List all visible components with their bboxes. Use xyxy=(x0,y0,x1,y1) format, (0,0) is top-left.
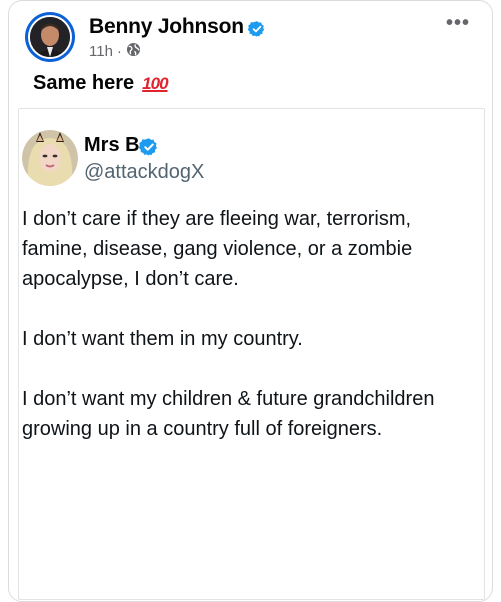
tweet-author-name[interactable]: Mrs B xyxy=(84,134,140,157)
author-avatar[interactable] xyxy=(25,12,75,62)
meta-separator: · xyxy=(116,43,122,60)
author-name[interactable]: Benny Johnson xyxy=(89,15,244,39)
tweet-paragraph: I don’t want my children & future grandc… xyxy=(22,388,435,440)
author-avatar-image xyxy=(30,17,70,57)
more-options-icon[interactable]: ••• xyxy=(446,13,470,33)
tweet-body: I don’t care if they are fleeing war, te… xyxy=(22,204,462,474)
globe-icon xyxy=(126,42,141,61)
post-meta: 11h · xyxy=(89,42,141,61)
post-text-content: Same here xyxy=(33,72,135,94)
tweet-author-avatar[interactable] xyxy=(22,130,78,186)
hundred-points-icon: 100 xyxy=(142,73,168,93)
tweet-verified-badge-icon xyxy=(138,137,159,162)
verified-badge-icon xyxy=(247,20,266,43)
tweet-paragraph: I don’t want them in my country. xyxy=(22,328,303,350)
post-text: Same here 100 xyxy=(33,72,169,95)
post-time[interactable]: 11h xyxy=(89,43,113,60)
tweet-author-handle[interactable]: @attackdogX xyxy=(84,161,204,184)
tweet-paragraph: I don’t care if they are fleeing war, te… xyxy=(22,208,413,290)
